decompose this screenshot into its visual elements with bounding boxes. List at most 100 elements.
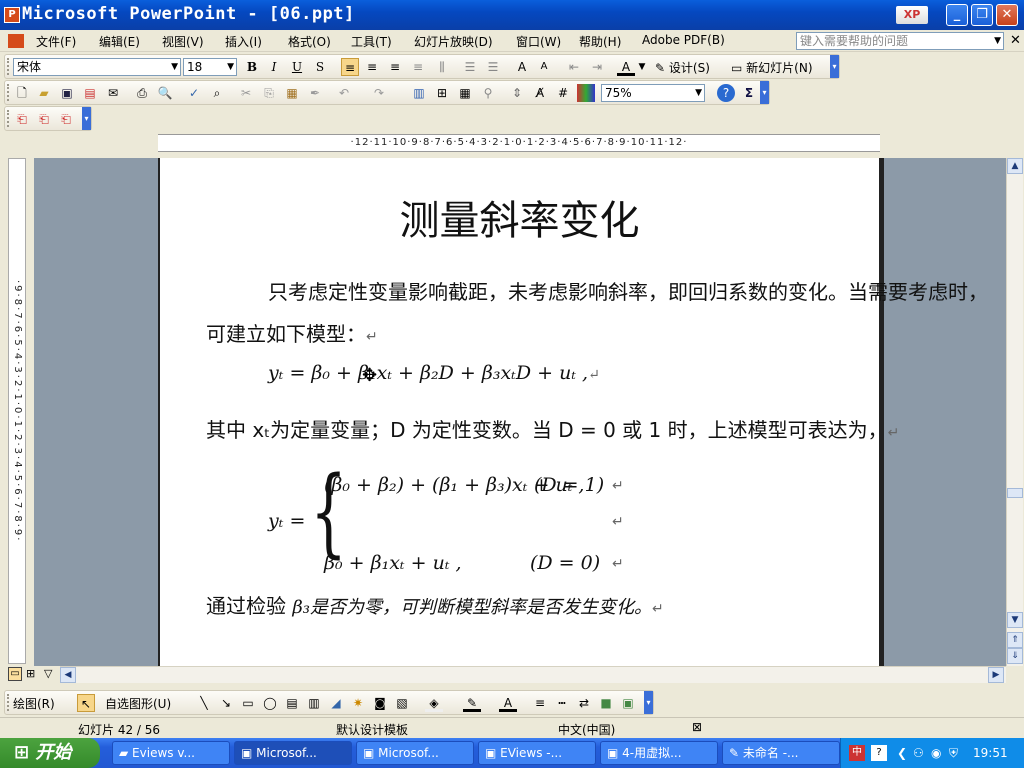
hyperlink-icon[interactable]: ⚲ (479, 84, 497, 102)
document-icon[interactable] (8, 34, 24, 48)
picture-icon[interactable]: ▧ (393, 694, 411, 712)
paragraph-1-line-1[interactable]: 只考虑定性变量影响截距，未考虑影响斜率，即回归系数的变化。当需要考虑时， (268, 276, 988, 305)
toolbar-grip[interactable] (7, 84, 10, 101)
next-slide-icon[interactable]: ⇓ (1007, 648, 1023, 664)
line-style-icon[interactable]: ≡ (531, 694, 549, 712)
chevron-down-icon[interactable]: ▼ (227, 59, 234, 75)
title-bar[interactable]: P Microsoft PowerPoint - [06.ppt] XP _ ❐… (0, 0, 1024, 30)
new-document-icon[interactable]: 🗋 (13, 84, 31, 102)
taskbar-item-paint[interactable]: ✎ 未命名 -... (722, 741, 840, 765)
spelling-status-icon[interactable]: ⊠ (692, 720, 702, 734)
vertical-textbox-icon[interactable]: ▥ (305, 694, 323, 712)
help-search-input[interactable]: 键入需要帮助的问题 ▼ (796, 32, 1004, 50)
scroll-up-icon[interactable]: ▲ (1007, 158, 1023, 174)
print-icon[interactable]: ⎙ (133, 84, 151, 102)
columns-icon[interactable]: ⫼ (433, 58, 451, 76)
vertical-ruler[interactable]: ·9·8·7·6·5·4·3·2·1·0·1·2·3·4·5·6·7·8·9· (8, 158, 26, 664)
grid-icon[interactable]: # (554, 84, 572, 102)
menu-help[interactable]: 帮助(H) (579, 33, 621, 50)
justify-icon[interactable]: ≡ (409, 58, 427, 76)
sigma-icon[interactable]: Σ (740, 84, 758, 102)
autoshapes-menu[interactable]: 自选图形(U) (105, 695, 171, 712)
select-objects-icon[interactable]: ↖ (77, 694, 95, 712)
textbox-icon[interactable]: ▤ (283, 694, 301, 712)
align-center-icon[interactable]: ≡ (363, 58, 381, 76)
numbered-list-icon[interactable]: ☰ (461, 58, 479, 76)
tables-borders-icon[interactable]: ▦ (456, 84, 474, 102)
research-icon[interactable]: ⌕ (208, 84, 226, 102)
maximize-button[interactable]: ❐ (971, 4, 993, 26)
piecewise-lhs[interactable]: yₜ = (268, 510, 305, 532)
insert-table-icon[interactable]: ⊞ (433, 84, 451, 102)
taskbar-item-eviews[interactable]: ▣ EViews -... (478, 741, 596, 765)
print-preview-icon[interactable]: 🔍 (156, 84, 174, 102)
rectangle-icon[interactable]: ▭ (239, 694, 257, 712)
shadow-style-icon[interactable]: ■ (597, 694, 615, 712)
design-template[interactable]: 默认设计模板 (336, 721, 408, 738)
design-button[interactable]: ✎ 设计(S) (655, 59, 710, 76)
menu-edit[interactable]: 编辑(E) (99, 33, 140, 50)
permission-icon[interactable]: ▤ (81, 84, 99, 102)
case-1-condition[interactable]: (D = 1) (534, 474, 604, 496)
new-slide-button[interactable]: ▭ 新幻灯片(N) (731, 59, 813, 76)
chevron-down-icon[interactable]: ▼ (994, 33, 1001, 49)
menu-format[interactable]: 格式(O) (288, 33, 331, 50)
horizontal-scrollbar[interactable]: ◀ ▶ (60, 666, 1006, 683)
show-formatting-icon[interactable]: A̸ (531, 84, 549, 102)
menu-adobe-pdf[interactable]: Adobe PDF(B) (642, 33, 725, 47)
line-color-icon[interactable]: ✎ (463, 694, 481, 712)
help-tray-icon[interactable]: ? (871, 745, 887, 761)
toolbar-grip[interactable] (7, 694, 10, 711)
clock[interactable]: 19:51 (973, 738, 1008, 768)
font-size-combo[interactable]: 18 ▼ (183, 58, 237, 76)
bold-icon[interactable]: B (243, 58, 261, 76)
slideshow-view-icon[interactable]: ▽ (44, 667, 52, 680)
case-2-condition[interactable]: (D = 0) (530, 552, 600, 574)
taskbar-item-powerpoint[interactable]: ▣ Microsof... (234, 741, 352, 765)
slide-canvas[interactable]: 测量斜率变化 只考虑定性变量影响截距，未考虑影响斜率，即回归系数的变化。当需要考… (158, 158, 988, 666)
paragraph-2[interactable]: 其中 xₜ为定量变量；D 为定性变数。当 D = 0 或 1 时，上述模型可表达… (206, 414, 899, 443)
wordart-icon[interactable]: ◢ (327, 694, 345, 712)
align-right-icon[interactable]: ≡ (386, 58, 404, 76)
font-color-icon[interactable]: A (617, 58, 635, 76)
powerpoint-app-icon[interactable]: P (4, 7, 20, 23)
save-icon[interactable]: ▣ (58, 84, 76, 102)
network-icon[interactable]: ⚇ (913, 738, 924, 768)
minimize-button[interactable]: _ (946, 4, 968, 26)
paragraph-3[interactable]: 通过检验 β₃是否为零，可判断模型斜率是否发生变化。↵ (206, 590, 664, 619)
taskbar-item-word[interactable]: ▣ 4-用虚拟... (600, 741, 718, 765)
horizontal-ruler[interactable]: ·12·11·10·9·8·7·6·5·4·3·2·1·0·1·2·3·4·5·… (158, 134, 880, 152)
paragraph-1-line-2[interactable]: 可建立如下模型：↵ (206, 318, 378, 347)
case-2-equation[interactable]: β₀ + β₁xₜ + uₜ , (324, 552, 462, 574)
spelling-icon[interactable]: ✓ (185, 84, 203, 102)
toolbar-options-icon[interactable]: ▾ (644, 691, 653, 714)
open-folder-icon[interactable]: ▰ (35, 84, 53, 102)
normal-view-icon[interactable]: ▭ (8, 667, 22, 681)
copy-icon[interactable]: ⎘ (260, 84, 278, 102)
toolbar-grip[interactable] (7, 110, 10, 127)
equation-model[interactable]: yₜ = β₀ + β₁xₜ + β₂D + β₃xₜD + uₜ ,↵ (268, 362, 600, 384)
font-name-combo[interactable]: 宋体 ▼ (13, 58, 181, 76)
paste-icon[interactable]: ▦ (283, 84, 301, 102)
fill-color-icon[interactable]: ◈ (425, 694, 443, 712)
scroll-left-icon[interactable]: ◀ (60, 667, 76, 683)
insert-chart-icon[interactable]: ▥ (410, 84, 428, 102)
toolbar-grip[interactable] (7, 58, 10, 75)
chevron-down-icon[interactable]: ▼ (171, 59, 178, 75)
convert-pdf-review-icon[interactable]: ⎗ (57, 110, 75, 128)
slide-sorter-icon[interactable]: ⊞ (26, 667, 35, 680)
tray-expand-icon[interactable]: ❮ (897, 738, 907, 768)
antivirus-icon[interactable]: ◉ (931, 738, 941, 768)
undo-icon[interactable]: ↶ (335, 84, 353, 102)
toolbar-options-icon[interactable]: ▾ (82, 107, 91, 130)
shadow-icon[interactable]: S (311, 58, 329, 76)
format-painter-icon[interactable]: ✒ (306, 84, 324, 102)
dash-style-icon[interactable]: ┅ (553, 694, 571, 712)
arrow-style-icon[interactable]: ⇄ (575, 694, 593, 712)
expand-all-icon[interactable]: ⇕ (508, 84, 526, 102)
toolbar-options-icon[interactable]: ▾ (760, 81, 769, 104)
menu-file[interactable]: 文件(F) (36, 33, 76, 50)
decrease-font-icon[interactable]: A (535, 58, 553, 76)
previous-slide-icon[interactable]: ⇑ (1007, 632, 1023, 648)
vertical-scrollbar[interactable]: ▲ ▼ ⇑ ⇓ (1006, 158, 1023, 666)
